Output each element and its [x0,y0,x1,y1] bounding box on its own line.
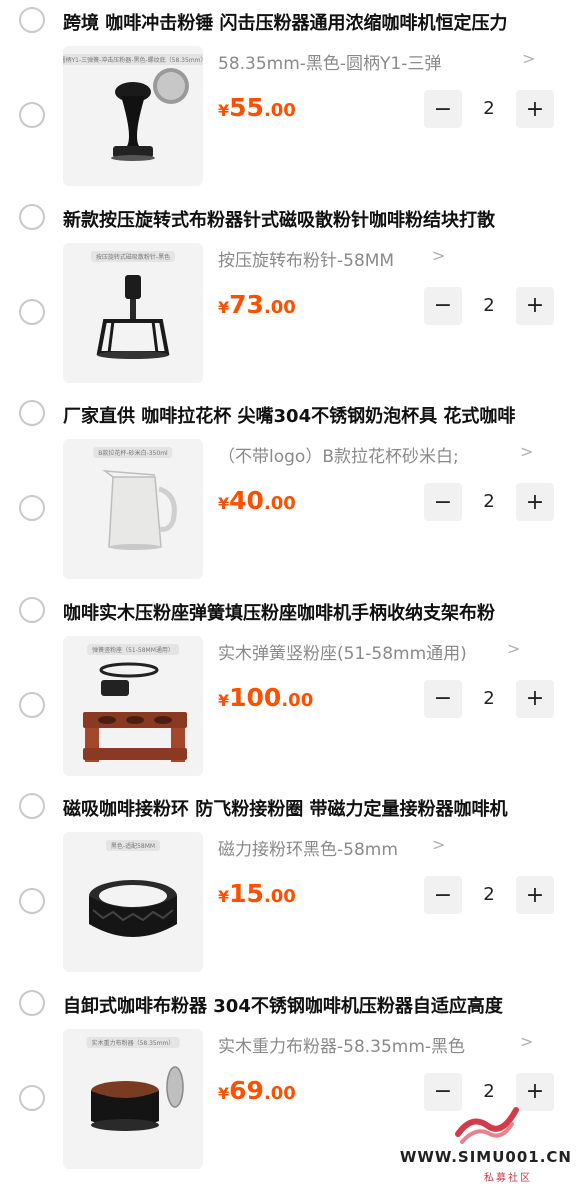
price-integer: 69 [229,1075,264,1105]
chevron-right-icon[interactable]: > [507,639,520,658]
decrease-button[interactable]: − [424,483,462,521]
watermark: WWW.SIMU001.CN 私募社区 [399,1104,572,1184]
sku-spec[interactable]: 磁力接粉环黑色-58mm [218,835,398,861]
sku-spec[interactable]: （不带logo）B款拉花杯砂米白; [218,442,459,468]
quantity-stepper: − 2 + [424,90,554,128]
cart-item: 跨境 咖啡冲击粉锤 闪击压粉器通用浓缩咖啡机恒定压力 圆柄Y1-三弹簧-冲击压粉… [0,0,580,197]
product-image[interactable]: 黑色-适配58MM [63,832,203,972]
quantity-value[interactable]: 2 [462,680,516,718]
dosing-ring-icon [89,880,177,937]
cart-item: 磁吸咖啡接粉环 防飞粉接粉圈 带磁力定量接粉器咖啡机 黑色-适配58MM 磁力接… [0,786,580,983]
product-title[interactable]: 厂家直供 咖啡拉花杯 尖嘴304不锈钢奶泡杯具 花式咖啡 [63,402,573,428]
price-decimal: .00 [263,493,296,514]
product-title[interactable]: 新款按压旋转式布粉器针式磁吸散粉针咖啡粉结块打散 [63,206,573,232]
price-decimal: .00 [263,100,296,121]
select-checkbox-header[interactable] [19,793,45,819]
distributor-icon [91,1065,184,1131]
price: ¥73.00 [218,290,296,319]
product-image[interactable]: 按压旋转式磁吸散粉针-黑色 [63,242,203,383]
increase-button[interactable]: + [516,286,554,325]
select-checkbox[interactable] [19,298,45,325]
price-currency: ¥ [218,101,230,120]
price-decimal: .00 [263,1082,296,1104]
increase-button[interactable]: + [516,90,554,128]
chevron-right-icon[interactable]: > [432,246,445,265]
tamping-stand-icon [83,662,187,762]
quantity-stepper: − 2 + [424,483,554,521]
product-title[interactable]: 磁吸咖啡接粉环 防飞粉接粉圈 带磁力定量接粉器咖啡机 [63,795,573,821]
milk-pitcher-icon [102,470,177,550]
watermark-caption: 私募社区 [484,1173,532,1184]
sku-spec[interactable]: 按压旋转布粉针-58MM [218,246,394,272]
cart-item: 厂家直供 咖啡拉花杯 尖嘴304不锈钢奶泡杯具 花式咖啡 B款拉花杯-砂米白-3… [0,393,580,590]
select-checkbox-header[interactable] [19,203,45,230]
select-checkbox[interactable] [19,1084,45,1111]
select-checkbox[interactable] [19,691,45,718]
price-integer: 73 [229,289,264,319]
cart-item: 新款按压旋转式布粉器针式磁吸散粉针咖啡粉结块打散 按压旋转式磁吸散粉针-黑色 按… [0,197,580,394]
price-currency: ¥ [218,690,230,710]
price-currency: ¥ [218,297,230,317]
product-title[interactable]: 咖啡实木压粉座弹簧填压粉座咖啡机手柄收纳支架布粉 [63,599,573,625]
chevron-right-icon[interactable]: > [520,442,533,461]
price: ¥55.00 [218,93,296,122]
price: ¥100.00 [218,683,313,712]
sku-spec[interactable]: 实木弹簧竖粉座(51-58mm通用) [218,639,467,665]
increase-button[interactable]: + [516,483,554,521]
price-currency: ¥ [218,494,230,513]
chevron-right-icon[interactable]: > [520,1032,533,1051]
select-checkbox-header[interactable] [19,596,45,623]
quantity-value[interactable]: 2 [462,483,516,521]
price-integer: 55 [229,93,264,122]
decrease-button[interactable]: − [424,90,462,128]
product-image[interactable]: 实木重力布粉器（58.35mm） [63,1028,203,1169]
price: ¥15.00 [218,879,296,908]
select-checkbox-header[interactable] [19,7,45,33]
wdt-tool-icon [96,274,170,359]
price-currency: ¥ [218,887,230,906]
price-integer: 40 [229,486,264,515]
price-currency: ¥ [218,1083,230,1103]
decrease-button[interactable]: − [424,286,462,325]
cart-item: 咖啡实木压粉座弹簧填压粉座咖啡机手柄收纳支架布粉 弹簧竖粉座（51-58MM通用… [0,590,580,787]
product-image[interactable]: B款拉花杯-砂米白-350ml [63,439,203,579]
quantity-stepper: − 2 + [424,286,554,325]
price: ¥40.00 [218,486,296,515]
product-image[interactable]: 圆柄Y1-三弹簧-冲击压粉器-黑色-螺纹底（58.35mm） [63,46,203,186]
sku-spec[interactable]: 实木重力布粉器-58.35mm-黑色 [218,1032,465,1058]
product-image[interactable]: 弹簧竖粉座（51-58MM通用） [63,635,203,776]
decrease-button[interactable]: − [424,679,462,718]
increase-button[interactable]: + [516,679,554,718]
select-checkbox-header[interactable] [19,989,45,1016]
select-checkbox[interactable] [19,495,45,521]
tamper-icon [111,68,189,161]
watermark-logo-icon [455,1107,519,1144]
product-title[interactable]: 自卸式咖啡布粉器 304不锈钢咖啡机压粉器自适应高度 [63,992,573,1018]
increase-button[interactable]: + [516,876,554,914]
sku-spec[interactable]: 58.35mm-黑色-圆柄Y1-三弹 [218,49,441,75]
quantity-value[interactable]: 2 [462,287,516,325]
quantity-stepper: − 2 + [424,679,554,718]
chevron-right-icon[interactable]: > [432,835,445,854]
decrease-button[interactable]: − [424,876,462,914]
quantity-value[interactable]: 2 [462,90,516,128]
price-integer: 100 [229,682,282,712]
select-checkbox-header[interactable] [19,400,45,426]
watermark-url: WWW.SIMU001.CN [399,1148,572,1166]
price-decimal: .00 [263,296,296,318]
chevron-right-icon[interactable]: > [522,49,535,68]
select-checkbox[interactable] [19,888,45,914]
price-integer: 15 [229,879,264,908]
quantity-value[interactable]: 2 [462,876,516,914]
quantity-stepper: − 2 + [424,876,554,914]
price-decimal: .00 [263,886,296,907]
price: ¥69.00 [218,1076,296,1105]
select-checkbox[interactable] [19,102,45,128]
product-title[interactable]: 跨境 咖啡冲击粉锤 闪击压粉器通用浓缩咖啡机恒定压力 [63,9,573,35]
price-decimal: .00 [281,689,314,711]
